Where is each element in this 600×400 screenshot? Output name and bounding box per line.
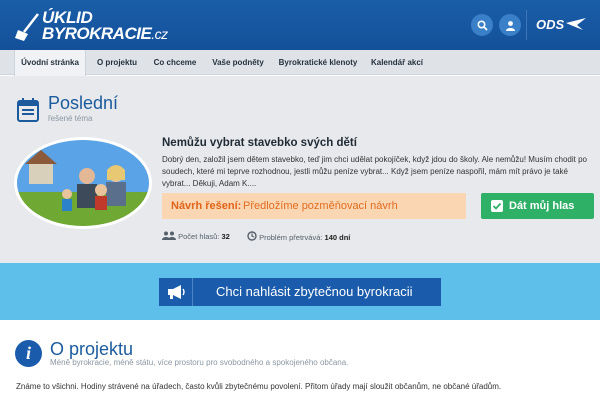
- family-photo: [14, 137, 152, 229]
- search-button[interactable]: [471, 14, 493, 36]
- vote-button-label: Dát můj hlas: [509, 200, 575, 212]
- nav-item-about[interactable]: O projektu: [90, 50, 144, 75]
- votes-stat: Počet hlasů: 32: [162, 231, 230, 243]
- proposal-text: Předložíme pozměňovací návrh: [243, 200, 398, 212]
- section-subtitle: řešené téma: [48, 114, 93, 123]
- header-divider: [526, 10, 527, 40]
- nav-item-calendar[interactable]: Kalendář akcí: [366, 50, 428, 75]
- votes-label: Počet hlasů:: [178, 232, 220, 241]
- megaphone-icon: [159, 278, 193, 306]
- user-button[interactable]: [499, 14, 521, 36]
- bird-icon: [566, 18, 586, 30]
- main-nav: Úvodní stránka O projektu Co chceme Vaše…: [0, 50, 600, 76]
- about-title: O projektu: [50, 339, 134, 359]
- duration-label: Problém přetrvává:: [259, 233, 323, 242]
- search-icon: [476, 19, 488, 31]
- nav-item-gems[interactable]: Byrokratické klenoty: [273, 50, 363, 75]
- report-bureaucracy-button[interactable]: Chci nahlásit zbytečnou byrokracii: [159, 278, 441, 306]
- logo-tld: .cz: [151, 26, 168, 42]
- duration-value: 140 dní: [324, 233, 351, 242]
- site-logo[interactable]: ÚKLID BYROKRACIE.cz: [14, 6, 174, 44]
- featured-issue-section: Poslední řešené téma Nemůžu vybrat stave…: [0, 76, 600, 263]
- report-banner: Chci nahlásit zbytečnou byrokracii: [0, 263, 600, 320]
- proposal-label: Návrh řešení:: [171, 200, 242, 212]
- duration-stat: Problém přetrvává: 140 dní: [247, 231, 350, 244]
- story-title[interactable]: Nemůžu vybrat stavebko svých dětí: [162, 137, 357, 149]
- vote-button[interactable]: Dát můj hlas: [481, 193, 594, 219]
- section-title: Poslední: [48, 93, 119, 113]
- nav-item-goals[interactable]: Co chceme: [146, 50, 204, 75]
- user-icon: [505, 20, 515, 31]
- check-icon: [491, 200, 503, 212]
- report-button-label: Chci nahlásit zbytečnou byrokracii: [216, 284, 413, 299]
- people-icon: [162, 231, 176, 240]
- nav-item-suggestions[interactable]: Vaše podněty: [206, 50, 270, 75]
- proposal-box: Návrh řešení: Předložíme pozměňovací náv…: [162, 193, 466, 219]
- site-header: ÚKLID BYROKRACIE.cz ODS: [0, 0, 600, 50]
- party-logo-text[interactable]: ODS: [536, 17, 564, 32]
- votes-value: 32: [221, 232, 230, 241]
- info-icon: i: [15, 340, 42, 367]
- about-text: Známe to všichni. Hodiny strávené na úřa…: [16, 382, 502, 391]
- calendar-icon: [17, 98, 39, 122]
- broom-icon: [15, 13, 39, 41]
- clock-icon: [247, 231, 257, 241]
- about-subtitle: Méně byrokracie, méně státu, více prosto…: [50, 358, 349, 367]
- nav-item-home[interactable]: Úvodní stránka: [14, 50, 86, 76]
- logo-text-line2: BYROKRACIE.cz: [42, 24, 168, 43]
- story-text: Dobrý den, založil jsem dětem stavebko, …: [162, 155, 587, 188]
